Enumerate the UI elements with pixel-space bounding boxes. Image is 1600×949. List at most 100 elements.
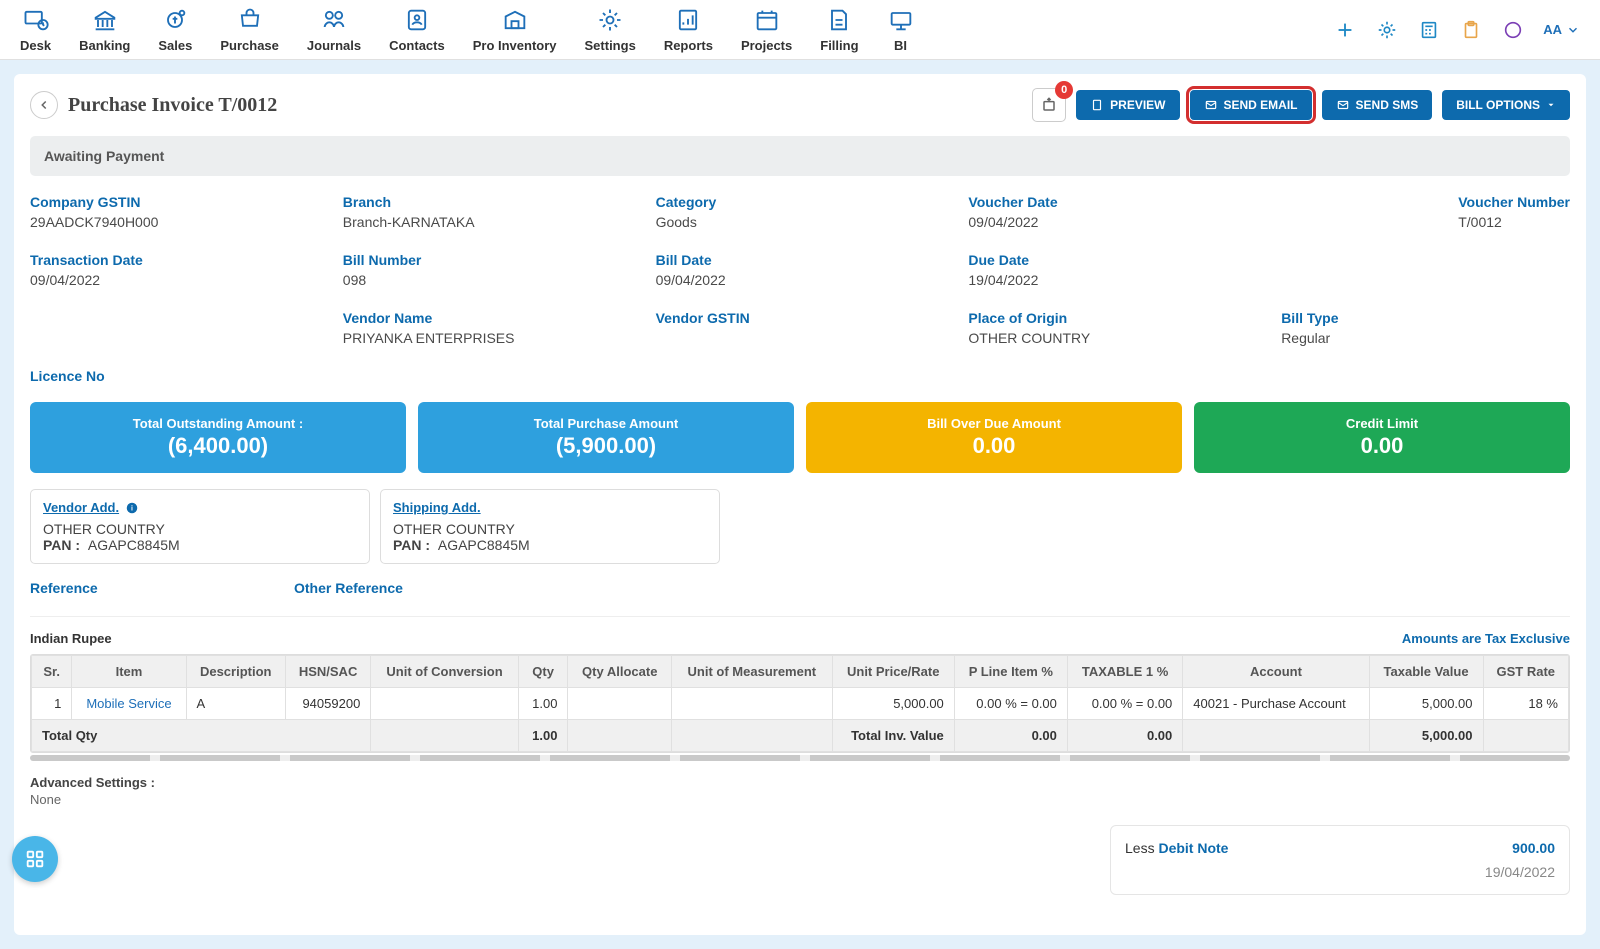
calculator-icon[interactable] <box>1417 18 1441 42</box>
th: Unit Price/Rate <box>832 656 954 688</box>
cell-uom <box>672 688 833 720</box>
nav-bi[interactable]: BI <box>887 6 915 53</box>
field-label: Place of Origin <box>968 310 1257 326</box>
card-value: (5,900.00) <box>426 433 786 459</box>
th: Unit of Measurement <box>672 656 833 688</box>
back-button[interactable] <box>30 91 58 119</box>
pan-label: PAN : <box>393 537 430 553</box>
vendor-address-title[interactable]: Vendor Add.i <box>43 500 139 515</box>
filling-icon <box>825 6 853 34</box>
cell-pline-sum: 0.00 <box>954 720 1067 752</box>
cell-desc: A <box>186 688 285 720</box>
th: Sr. <box>32 656 72 688</box>
cell-sr: 1 <box>32 688 72 720</box>
table-footer-row: Total Qty 1.00 Total Inv. Value 0.00 0.0… <box>32 720 1569 752</box>
currency-row: Indian Rupee Amounts are Tax Exclusive <box>14 631 1586 654</box>
font-size-label: AA <box>1543 22 1562 37</box>
field-value: 09/04/2022 <box>30 272 319 288</box>
send-email-button[interactable]: SEND EMAIL <box>1190 90 1312 120</box>
nav-desk[interactable]: Desk <box>20 6 51 53</box>
projects-icon <box>753 6 781 34</box>
vendor-gstin: Vendor GSTIN <box>656 310 945 346</box>
card-title: Credit Limit <box>1202 416 1562 431</box>
nav-label: Settings <box>585 38 636 53</box>
send-sms-button[interactable]: SEND SMS <box>1322 90 1433 120</box>
top-nav: Desk Banking Sales Purchase Journals Con… <box>0 0 1600 60</box>
voucher-no: Voucher NumberT/0012 <box>1458 194 1570 230</box>
nav-banking[interactable]: Banking <box>79 6 130 53</box>
nav-label: Journals <box>307 38 361 53</box>
field-value: Goods <box>656 214 945 230</box>
bill-date: Bill Date 09/04/2022 <box>656 252 945 288</box>
attachments-button[interactable]: 0 <box>1032 88 1066 122</box>
cell-rate: 5,000.00 <box>832 688 954 720</box>
font-size-toggle[interactable]: AA <box>1543 22 1580 37</box>
totals-panel: Less Debit Note 900.00 19/04/2022 <box>1110 825 1570 895</box>
cell-item-link[interactable]: Mobile Service <box>72 688 186 720</box>
field-value: 09/04/2022 <box>656 272 945 288</box>
field-label: Voucher Date <box>968 194 1257 210</box>
pan-value: AGAPC8845M <box>438 537 530 553</box>
nav-projects[interactable]: Projects <box>741 6 792 53</box>
card-title: Total Outstanding Amount : <box>38 416 398 431</box>
due-date: Due Date19/04/2022 <box>968 252 1257 288</box>
pan-label: PAN : <box>43 537 80 553</box>
purchase-icon <box>236 6 264 34</box>
attachments-badge: 0 <box>1055 81 1073 99</box>
cell-total-qty-lbl: Total Qty <box>32 720 371 752</box>
branch: BranchBranch-KARNATAKA <box>343 194 632 230</box>
nav-contacts[interactable]: Contacts <box>389 6 445 53</box>
preview-button[interactable]: PREVIEW <box>1076 90 1179 120</box>
adv-value: None <box>30 792 1570 807</box>
nav-label: Purchase <box>220 38 279 53</box>
nav-reports[interactable]: Reports <box>664 6 713 53</box>
nav-inventory[interactable]: Pro Inventory <box>473 6 557 53</box>
summary-row: Total Outstanding Amount :(6,400.00) Tot… <box>14 396 1586 479</box>
nav-settings[interactable]: Settings <box>585 6 636 53</box>
gear-icon[interactable] <box>1375 18 1399 42</box>
advanced-settings: Advanced Settings : None <box>14 761 1586 807</box>
other-reference-label: Other Reference <box>294 580 534 596</box>
card-title: Bill Over Due Amount <box>814 416 1174 431</box>
cell-total-inv-lbl: Total Inv. Value <box>832 720 954 752</box>
tax-note: Amounts are Tax Exclusive <box>1402 631 1570 646</box>
adv-title: Advanced Settings : <box>30 775 1570 790</box>
field-value: 29AADCK7940H000 <box>30 214 319 230</box>
category: Category Goods <box>656 194 945 230</box>
clipboard-icon[interactable] <box>1459 18 1483 42</box>
field-label: Bill Number <box>343 252 632 268</box>
th: Qty Allocate <box>568 656 672 688</box>
nav-label: BI <box>894 38 907 53</box>
th: HSN/SAC <box>285 656 370 688</box>
apps-fab[interactable] <box>12 836 58 882</box>
new-badge-icon[interactable] <box>1501 18 1525 42</box>
company-gstin: Company GSTIN29AADCK7940H000 <box>30 194 319 230</box>
plus-icon[interactable] <box>1333 18 1357 42</box>
shipping-address-title[interactable]: Shipping Add. <box>393 500 481 515</box>
nav-purchase[interactable]: Purchase <box>220 6 279 53</box>
nav-sales[interactable]: Sales <box>158 6 192 53</box>
field-label: Transaction Date <box>30 252 319 268</box>
bill-options-button[interactable]: BILL OPTIONS <box>1442 90 1570 120</box>
totals-debit-row: Less Debit Note 900.00 <box>1125 836 1555 860</box>
btn-label: SEND EMAIL <box>1224 98 1298 112</box>
nav-filling[interactable]: Filling <box>820 6 858 53</box>
nav-journals[interactable]: Journals <box>307 6 361 53</box>
contacts-icon <box>403 6 431 34</box>
info-grid: Company GSTIN29AADCK7940H000 BranchBranc… <box>14 176 1586 396</box>
nav-label: Contacts <box>389 38 445 53</box>
card-overdue: Bill Over Due Amount0.00 <box>806 402 1182 473</box>
debit-note-link[interactable]: Debit Note <box>1158 840 1228 856</box>
field-value: 19/04/2022 <box>968 272 1257 288</box>
bank-icon <box>91 6 119 34</box>
field-label: Voucher Number <box>1458 194 1570 210</box>
desk-icon <box>22 6 50 34</box>
field-label: Vendor GSTIN <box>656 310 945 326</box>
th: Taxable Value <box>1369 656 1483 688</box>
field-label: Bill Date <box>656 252 945 268</box>
cell-taxval: 5,000.00 <box>1369 688 1483 720</box>
field-label: Category <box>656 194 945 210</box>
field-label: Vendor Name <box>343 310 632 326</box>
status-bar: Awaiting Payment <box>30 136 1570 176</box>
th: TAXABLE 1 % <box>1067 656 1182 688</box>
